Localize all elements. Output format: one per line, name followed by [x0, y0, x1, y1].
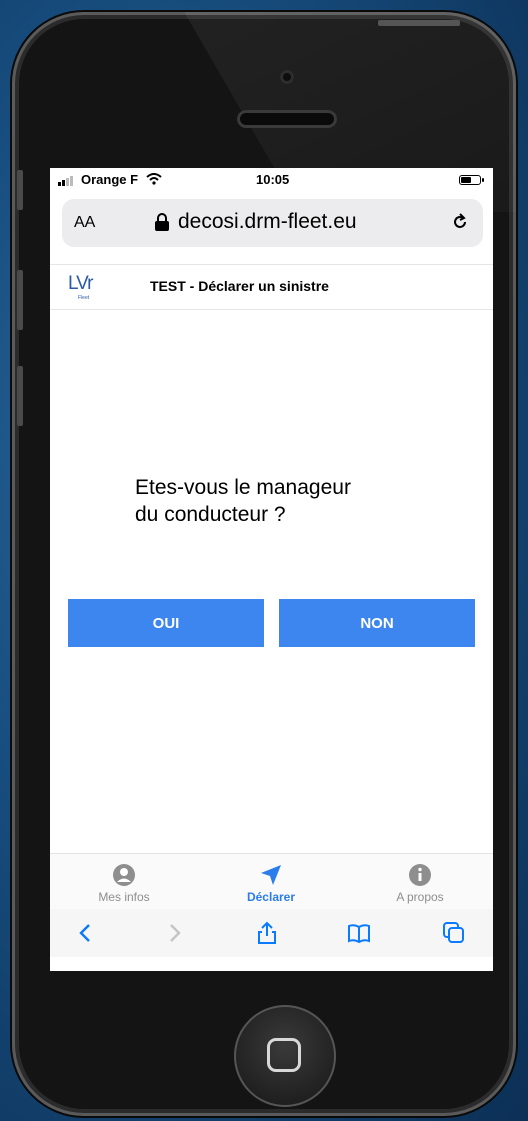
send-icon — [261, 865, 281, 885]
power-button — [378, 20, 460, 26]
manager-question: Etes-vous le manageur du conducteur ? — [135, 474, 435, 528]
front-camera — [280, 70, 294, 84]
question-line-2: du conducteur ? — [135, 503, 286, 526]
lock-icon — [155, 213, 169, 231]
text-size-button[interactable]: AA — [74, 214, 95, 232]
back-icon[interactable] — [74, 921, 98, 945]
tab-bar: Mes infos Déclarer A propos — [50, 853, 493, 910]
battery-icon — [459, 175, 484, 185]
screen: Orange F 10:05 AA decosi.drm-fleet.eu LV… — [50, 168, 493, 971]
brand-logo: LVr Fleet — [68, 273, 93, 301]
address-bar[interactable]: AA decosi.drm-fleet.eu — [62, 199, 483, 247]
tab-label: Mes infos — [98, 890, 150, 904]
carrier-label: Orange F — [81, 172, 139, 187]
info-icon — [409, 864, 431, 886]
home-button-square — [267, 1038, 301, 1072]
yes-button[interactable]: OUI — [68, 599, 264, 647]
forward-icon[interactable] — [162, 921, 186, 945]
tab-label: A propos — [396, 890, 444, 904]
tabs-icon[interactable] — [442, 921, 466, 945]
page-title: TEST - Déclarer un sinistre — [150, 278, 329, 294]
mute-switch — [17, 170, 23, 210]
wifi-icon — [146, 173, 162, 185]
home-button[interactable] — [234, 1005, 336, 1107]
question-line-1: Etes-vous le manageur — [135, 476, 351, 499]
tab-declarer[interactable]: Déclarer — [211, 854, 331, 910]
url-domain[interactable]: decosi.drm-fleet.eu — [178, 210, 357, 234]
status-bar: Orange F 10:05 — [50, 168, 493, 192]
volume-up-button — [17, 270, 23, 330]
signal-icon — [58, 176, 73, 186]
person-icon — [113, 864, 135, 886]
tab-label: Déclarer — [246, 890, 296, 904]
reload-icon[interactable] — [450, 212, 470, 232]
tab-mes-infos[interactable]: Mes infos — [64, 854, 184, 910]
bookmarks-icon[interactable] — [347, 921, 371, 945]
volume-down-button — [17, 366, 23, 426]
earpiece-speaker — [237, 110, 337, 128]
share-icon[interactable] — [255, 921, 279, 945]
no-button[interactable]: NON — [279, 599, 475, 647]
tab-a-propos[interactable]: A propos — [360, 854, 480, 910]
status-time: 10:05 — [256, 172, 290, 187]
app-header: LVr Fleet TEST - Déclarer un sinistre — [50, 264, 493, 310]
safari-toolbar — [50, 909, 493, 957]
